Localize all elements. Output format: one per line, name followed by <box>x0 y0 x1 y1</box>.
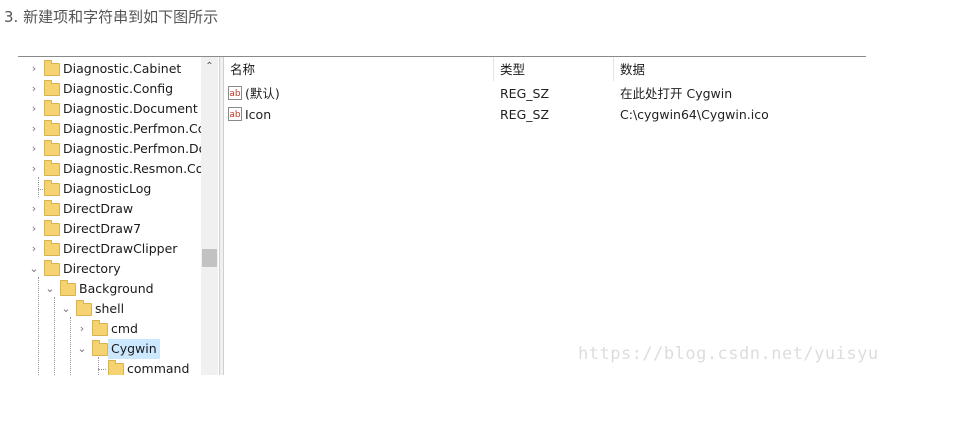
tree-item-label: Background <box>79 281 154 296</box>
tree-item[interactable]: › cmd <box>18 319 220 339</box>
tree-item-label: Cygwin <box>108 339 160 359</box>
tree-item[interactable]: › DirectDraw <box>18 199 220 219</box>
page-heading: 3. 新建项和字符串到如下图所示 <box>4 8 219 26</box>
tree-item[interactable]: DiagnosticLog <box>18 179 220 199</box>
chevron-right-icon[interactable]: › <box>28 219 40 239</box>
chevron-right-icon[interactable]: › <box>28 99 40 119</box>
value-name: Icon <box>245 107 272 122</box>
tree-item-label: Diagnostic.Perfmon.Cor <box>63 121 211 136</box>
folder-icon <box>44 140 60 156</box>
tree-item-label: DirectDrawClipper <box>63 241 178 256</box>
folder-open-icon <box>60 280 76 296</box>
values-list: 名称 类型 数据 ab (默认) REG_SZ 在此处打开 Cygwin ab … <box>224 57 866 375</box>
folder-icon <box>44 80 60 96</box>
tree-item[interactable]: › Diagnostic.Perfmon.Cor <box>18 119 220 139</box>
folder-icon <box>44 60 60 76</box>
value-type: REG_SZ <box>500 86 550 101</box>
registry-editor: › Diagnostic.Cabinet › Diagnostic.Config… <box>18 56 866 375</box>
tree-item-label: Diagnostic.Config <box>63 81 174 96</box>
tree-item-label: cmd <box>111 321 138 336</box>
chevron-down-icon[interactable]: ⌄ <box>60 299 72 319</box>
tree-item-label: Directory <box>63 261 121 276</box>
column-header-name[interactable]: 名称 <box>224 57 494 81</box>
registry-tree: › Diagnostic.Cabinet › Diagnostic.Config… <box>18 57 220 375</box>
tree-item[interactable]: › Diagnostic.Config <box>18 79 220 99</box>
tree-item[interactable]: › DirectDrawClipper <box>18 239 220 259</box>
chevron-right-icon[interactable]: › <box>28 59 40 79</box>
tree-item-label: DiagnosticLog <box>63 181 152 196</box>
chevron-down-icon[interactable]: ⌄ <box>28 259 40 279</box>
string-value-icon: ab <box>228 86 242 100</box>
chevron-right-icon[interactable]: › <box>28 239 40 259</box>
tree-item-label: Diagnostic.Resmon.Con <box>63 161 212 176</box>
tree-guide-line <box>38 189 43 190</box>
value-row[interactable]: ab Icon REG_SZ C:\cygwin64\Cygwin.ico <box>224 104 866 125</box>
tree-item[interactable]: › Diagnostic.Document <box>18 99 220 119</box>
folder-icon <box>44 100 60 116</box>
tree-item-label: Diagnostic.Cabinet <box>63 61 182 76</box>
tree-item[interactable]: ⌄ Background <box>18 279 220 299</box>
tree-item[interactable]: command <box>18 359 220 375</box>
folder-icon <box>44 200 60 216</box>
tree-item[interactable]: › DirectDraw7 <box>18 219 220 239</box>
string-value-icon: ab <box>228 107 242 121</box>
folder-icon <box>44 240 60 256</box>
chevron-right-icon[interactable]: › <box>28 159 40 179</box>
tree-item-label: Diagnostic.Perfmon.Doc <box>63 141 214 156</box>
value-name: (默认) <box>245 86 280 101</box>
tree-item-label: Diagnostic.Document <box>63 101 198 116</box>
tree-item[interactable]: › Diagnostic.Resmon.Con <box>18 159 220 179</box>
folder-icon <box>92 320 108 336</box>
chevron-down-icon[interactable]: ⌄ <box>76 339 88 359</box>
chevron-right-icon[interactable]: › <box>28 199 40 219</box>
tree-item-label: command <box>127 361 190 375</box>
tree-item[interactable]: ⌄ Directory <box>18 259 220 279</box>
column-header-data[interactable]: 数据 <box>614 57 866 81</box>
folder-open-icon <box>44 260 60 276</box>
tree-guide-line <box>98 369 106 370</box>
scroll-thumb[interactable] <box>202 249 217 267</box>
value-data: 在此处打开 Cygwin <box>620 86 733 101</box>
scroll-up-icon[interactable]: ⌃ <box>201 59 218 75</box>
value-type: REG_SZ <box>500 107 550 122</box>
chevron-down-icon[interactable]: ⌄ <box>44 279 56 299</box>
folder-icon <box>44 220 60 236</box>
column-header-type[interactable]: 类型 <box>494 57 614 81</box>
folder-open-icon <box>92 340 108 356</box>
chevron-right-icon[interactable]: › <box>28 79 40 99</box>
folder-icon <box>44 120 60 136</box>
value-row[interactable]: ab (默认) REG_SZ 在此处打开 Cygwin <box>224 83 866 104</box>
chevron-right-icon[interactable]: › <box>28 139 40 159</box>
folder-icon <box>108 360 124 375</box>
tree-item[interactable]: ⌄ shell <box>18 299 220 319</box>
tree-item[interactable]: › Diagnostic.Cabinet <box>18 59 220 79</box>
folder-icon <box>44 180 60 196</box>
tree-scrollbar[interactable]: ⌃ <box>201 57 218 375</box>
tree-item-label: DirectDraw7 <box>63 221 142 236</box>
folder-icon <box>44 160 60 176</box>
watermark: https://blog.csdn.net/yuisyu <box>578 344 879 364</box>
value-data: C:\cygwin64\Cygwin.ico <box>620 107 769 122</box>
tree-item[interactable]: › Diagnostic.Perfmon.Doc <box>18 139 220 159</box>
folder-open-icon <box>76 300 92 316</box>
chevron-right-icon[interactable]: › <box>28 119 40 139</box>
tree-item-selected[interactable]: ⌄ Cygwin <box>18 339 220 359</box>
tree-item-label: shell <box>95 301 125 316</box>
tree-item-label: DirectDraw <box>63 201 134 216</box>
chevron-right-icon[interactable]: › <box>76 319 88 339</box>
